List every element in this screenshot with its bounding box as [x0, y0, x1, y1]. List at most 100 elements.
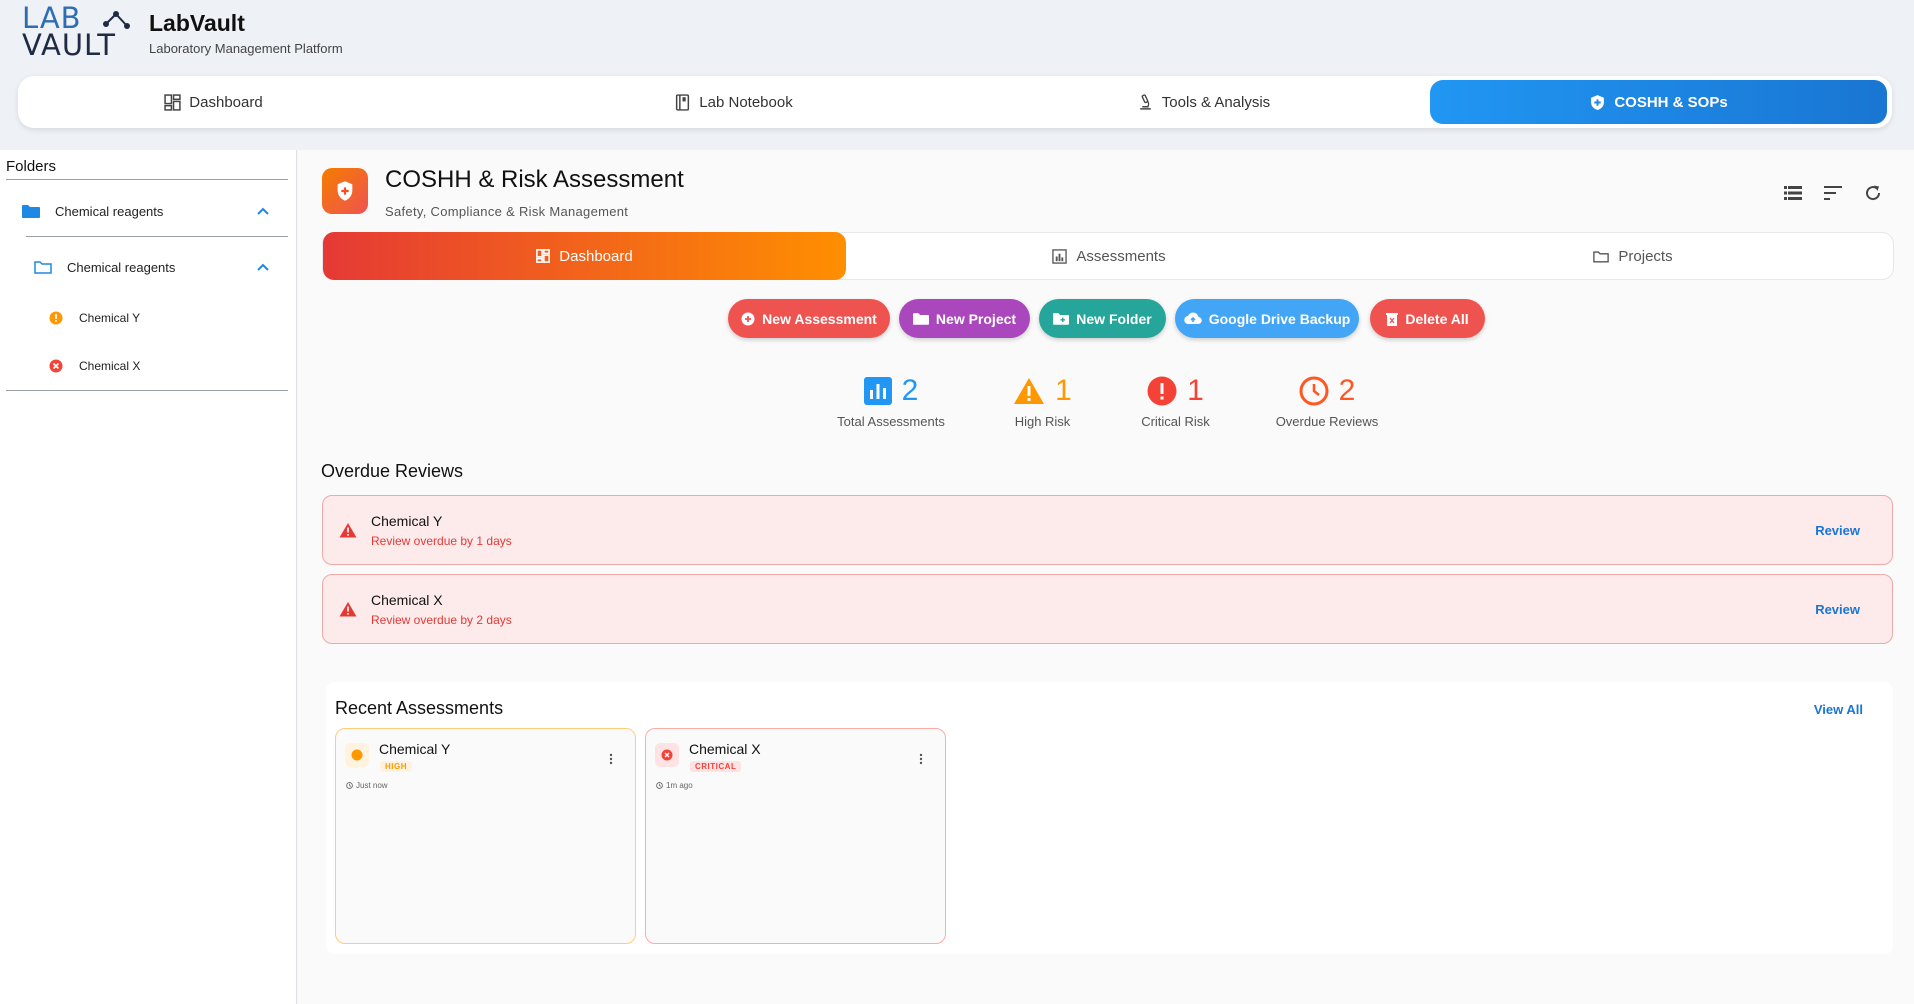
- tab-projects-label: Projects: [1618, 247, 1673, 265]
- assessment-card-chemical-x[interactable]: Chemical X CRITICAL 1m ago: [645, 728, 946, 944]
- tab-dashboard-label: Dashboard: [559, 247, 633, 265]
- clock-icon: [656, 782, 663, 789]
- subfolder-label: Chemical reagents: [67, 259, 176, 275]
- app-subtitle: Laboratory Management Platform: [149, 41, 343, 56]
- divider: [26, 236, 288, 237]
- stat-label: High Risk: [1014, 414, 1071, 429]
- divider: [6, 390, 288, 391]
- folder-outline-icon: [1593, 250, 1610, 262]
- tab-dashboard[interactable]: Dashboard: [323, 232, 846, 280]
- tab-assessments-label: Assessments: [1076, 247, 1166, 265]
- stat-value: 1: [1055, 374, 1072, 407]
- risk-level-badge: CRITICAL: [690, 761, 742, 772]
- divider: [6, 179, 288, 180]
- overdue-item-name: Chemical Y: [371, 513, 443, 529]
- clock-icon: [346, 782, 353, 789]
- folder-filled-icon: [912, 313, 929, 325]
- new-folder-button[interactable]: New Folder: [1039, 299, 1166, 338]
- sidebar-item-chemical-x[interactable]: Chemical X: [6, 348, 288, 384]
- coshh-page-icon: [322, 168, 368, 214]
- assessment-time: 1m ago: [656, 781, 693, 790]
- notebook-icon: [676, 93, 690, 111]
- page-title: COSHH & Risk Assessment: [385, 166, 684, 193]
- molecule-icon: [103, 11, 130, 29]
- stat-value: 1: [1187, 374, 1204, 407]
- delete-all-button[interactable]: Delete All: [1370, 299, 1485, 338]
- refresh-icon[interactable]: [1862, 182, 1884, 204]
- stat-total-assessments: 2 Total Assessments: [826, 370, 956, 429]
- new-assessment-label: New Assessment: [762, 310, 877, 327]
- subfolder-chemical-reagents[interactable]: Chemical reagents: [6, 248, 288, 286]
- main-nav: Dashboard Lab Notebook Tools & Analysis …: [18, 76, 1892, 128]
- nav-lab-notebook-label: Lab Notebook: [699, 93, 793, 111]
- more-vert-icon[interactable]: [919, 753, 923, 765]
- logo-line-2: VAULT: [22, 28, 116, 62]
- assessment-time: Just now: [346, 781, 388, 790]
- page-subtitle: Safety, Compliance & Risk Management: [385, 204, 629, 219]
- nav-lab-notebook[interactable]: Lab Notebook: [538, 76, 929, 128]
- app-title: LabVault: [149, 10, 245, 36]
- shield-icon: [337, 181, 353, 201]
- microscope-icon: [1139, 93, 1151, 110]
- google-drive-backup-button[interactable]: Google Drive Backup: [1175, 299, 1359, 338]
- folders-title: Folders: [6, 158, 57, 175]
- chevron-up-icon[interactable]: [256, 262, 270, 272]
- overdue-item-note: Review overdue by 1 days: [371, 534, 512, 548]
- error-icon: [1147, 376, 1177, 406]
- tab-projects[interactable]: Projects: [1371, 233, 1895, 279]
- assessment-chart-icon: [1052, 248, 1068, 264]
- warning-icon: [339, 523, 357, 538]
- stat-label: Total Assessments: [837, 414, 945, 429]
- assessment-time-label: Just now: [356, 781, 388, 790]
- create-folder-icon: [1053, 313, 1070, 325]
- warning-icon: [339, 602, 357, 617]
- warning-icon: [1014, 378, 1045, 404]
- nav-coshh-sops[interactable]: COSHH & SOPs: [1430, 80, 1887, 124]
- sidebar-item-label: Chemical X: [79, 359, 141, 373]
- review-button[interactable]: Review: [1815, 602, 1860, 617]
- critical-risk-icon: [49, 359, 63, 373]
- folder-label: Chemical reagents: [55, 203, 164, 219]
- nav-tools-analysis[interactable]: Tools & Analysis: [1008, 76, 1399, 128]
- sort-icon[interactable]: [1822, 182, 1844, 204]
- new-assessment-button[interactable]: New Assessment: [728, 299, 890, 338]
- delete-all-label: Delete All: [1405, 310, 1469, 327]
- nav-tools-analysis-label: Tools & Analysis: [1161, 93, 1271, 111]
- high-risk-icon: [49, 311, 63, 325]
- overdue-item-note: Review overdue by 2 days: [371, 613, 512, 627]
- review-button[interactable]: Review: [1815, 523, 1860, 538]
- coshh-tabs: Dashboard Assessments Projects: [322, 232, 1894, 280]
- folder-outline-icon: [34, 261, 52, 274]
- new-project-button[interactable]: New Project: [899, 299, 1030, 338]
- high-risk-icon: [345, 743, 369, 767]
- stat-critical-risk: 1 Critical Risk: [1128, 370, 1223, 429]
- nav-dashboard[interactable]: Dashboard: [18, 76, 409, 128]
- overdue-item: Chemical X Review overdue by 2 days Revi…: [322, 574, 1893, 644]
- top-header: LAB VAULT LabVault Laboratory Management…: [0, 0, 1914, 150]
- assessment-name: Chemical X: [689, 741, 761, 757]
- folder-filled-icon: [22, 205, 40, 218]
- dashboard-icon: [164, 93, 181, 111]
- tab-assessments[interactable]: Assessments: [847, 233, 1371, 279]
- add-circle-icon: [741, 312, 755, 325]
- overdue-item-name: Chemical X: [371, 592, 443, 608]
- cloud-upload-icon: [1183, 312, 1202, 325]
- assessment-card-chemical-y[interactable]: Chemical Y HIGH Just now: [335, 728, 636, 944]
- sidebar-item-chemical-y[interactable]: Chemical Y: [6, 300, 288, 336]
- chevron-up-icon[interactable]: [256, 206, 270, 216]
- critical-risk-icon: [655, 743, 679, 767]
- shield-icon: [1591, 94, 1605, 110]
- view-all-link[interactable]: View All: [1814, 702, 1863, 717]
- labvault-logo: LAB VAULT: [22, 4, 130, 62]
- stat-overdue-reviews: 2 Overdue Reviews: [1266, 370, 1388, 429]
- stat-label: Overdue Reviews: [1275, 414, 1379, 429]
- stat-label: Critical Risk: [1141, 414, 1210, 429]
- risk-level-badge: HIGH: [380, 761, 412, 772]
- more-vert-icon[interactable]: [609, 753, 613, 765]
- folders-sidebar: Folders Chemical reagents Chemical reage…: [0, 150, 297, 1004]
- list-view-icon[interactable]: [1782, 182, 1804, 204]
- bar-chart-icon: [863, 377, 892, 405]
- folder-chemical-reagents[interactable]: Chemical reagents: [6, 192, 288, 230]
- dashboard-icon: [536, 249, 551, 263]
- google-drive-backup-label: Google Drive Backup: [1208, 310, 1351, 327]
